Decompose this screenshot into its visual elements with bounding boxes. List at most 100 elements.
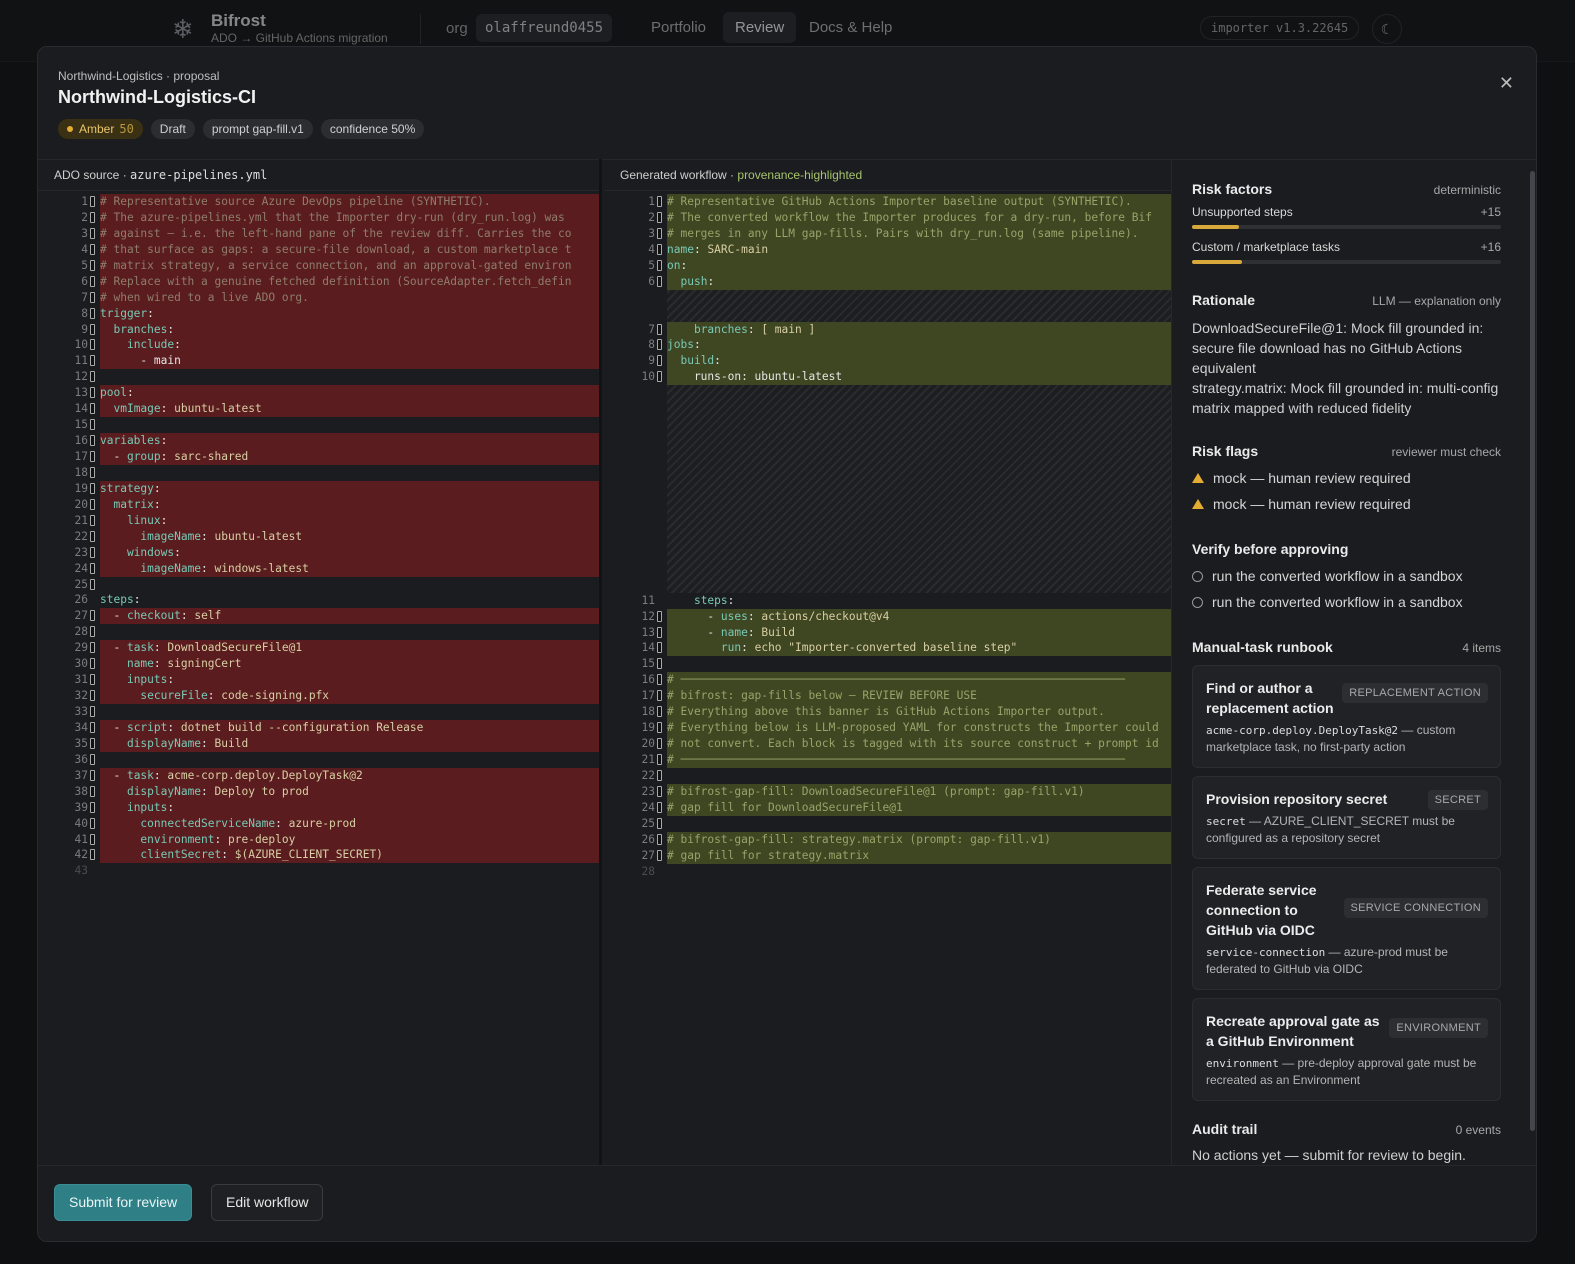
diff-marker-icon — [90, 498, 95, 510]
runbook-card[interactable]: Recreate approval gate as a GitHub Envir… — [1192, 998, 1501, 1101]
risk-factor: Unsupported steps +15 — [1192, 205, 1501, 229]
code-view[interactable]: 1 # Representative source Azure DevOps pi… — [38, 191, 599, 879]
submit-for-review-button[interactable]: Submit for review — [54, 1184, 193, 1221]
card-tag: ENVIRONMENT — [1389, 1018, 1488, 1038]
line-number: 2 — [648, 210, 655, 224]
line-text: vmImage: ubuntu-latest — [100, 401, 599, 418]
code-line: 29 - task: DownloadSecureFile@1 — [38, 640, 599, 657]
line-number: 7 — [81, 290, 88, 304]
line-text: branches: [ main ] — [667, 321, 1171, 338]
line-number: 25 — [641, 816, 655, 830]
risk-flag: mock — human review required — [1192, 465, 1501, 491]
line-number: 12 — [641, 609, 655, 623]
code-line: 1 # Representative source Azure DevOps pi… — [38, 194, 599, 210]
org-selector[interactable]: olaffreund0455 — [476, 14, 613, 42]
code-line: 5 # matrix strategy, a service connection… — [38, 257, 599, 274]
line-number: 16 — [74, 434, 88, 448]
diff-marker-icon — [90, 753, 95, 765]
factor-label: Custom / marketplace tasks — [1192, 240, 1341, 254]
close-icon[interactable]: ✕ — [1499, 73, 1514, 94]
code-view[interactable]: 1 # Representative GitHub Actions Importe… — [605, 191, 1171, 880]
code-line: 27 - checkout: self — [38, 608, 599, 625]
nav-link-review[interactable]: Review — [723, 12, 797, 43]
risk-level: Amber — [79, 122, 115, 136]
line-number: 9 — [648, 354, 655, 368]
line-number: 18 — [74, 465, 88, 479]
modal-footer: Submit for review Edit workflow — [38, 1165, 1536, 1241]
line-number: 22 — [641, 768, 655, 782]
theme-toggle-moon-icon[interactable]: ☾ — [1372, 14, 1402, 44]
review-sidebar[interactable]: Risk factors deterministic Unsupported s… — [1171, 159, 1536, 1165]
card-desc: service-connection — azure-prod must be … — [1206, 944, 1488, 977]
code-line: 16 variables: — [38, 433, 599, 450]
code-line: 6 push: — [605, 273, 1171, 290]
diff-marker-icon — [657, 785, 662, 797]
line-text: strategy: — [100, 480, 599, 497]
code-line: 15 — [605, 656, 1171, 672]
line-text: # when wired to a live ADO org. — [100, 289, 599, 306]
line-number: 2 — [81, 210, 88, 224]
unchecked-circle-icon[interactable] — [1192, 570, 1203, 582]
runbook-card[interactable]: Find or author a replacement action REPL… — [1192, 665, 1501, 768]
runbook-card[interactable]: Federate service connection to GitHub vi… — [1192, 867, 1501, 990]
verify-item[interactable]: run the converted workflow in a sandbox — [1192, 563, 1501, 589]
unchecked-circle-icon[interactable] — [1192, 596, 1203, 608]
line-text: windows: — [100, 544, 599, 561]
code-line: 3 # merges in any LLM gap-fills. Pairs wi… — [605, 225, 1171, 242]
generated-workflow-pane[interactable]: Generated workflow · provenance-highligh… — [605, 159, 1171, 1165]
code-line: 25 — [38, 577, 599, 593]
rationale-section: Rationale LLM — explanation only Downloa… — [1192, 292, 1501, 418]
section-title: Risk factors — [1192, 181, 1273, 197]
code-line: 40 connectedServiceName: azure-prod — [38, 815, 599, 832]
diff-marker-icon — [90, 387, 95, 399]
diff-marker-icon — [657, 196, 662, 207]
card-desc: acme-corp.deploy.DeployTask@2 — custom m… — [1206, 722, 1488, 755]
verify-item[interactable]: run the converted workflow in a sandbox — [1192, 589, 1501, 615]
diff-marker-icon — [657, 610, 662, 622]
code-line: 27 # gap fill for strategy.matrix — [605, 847, 1171, 864]
code-line: 20 matrix: — [38, 496, 599, 513]
card-tag: SECRET — [1427, 790, 1488, 810]
code-line: 11 - main — [38, 353, 599, 370]
card-desc: secret — AZURE_CLIENT_SECRET must be con… — [1206, 813, 1488, 846]
diff-marker-icon — [90, 674, 95, 686]
line-text: # merges in any LLM gap-fills. Pairs wit… — [667, 225, 1171, 242]
line-number: 36 — [74, 752, 88, 766]
ado-source-pane[interactable]: ADO source · azure-pipelines.yml 1 # Repr… — [38, 159, 602, 1165]
line-text: on: — [667, 257, 1171, 274]
code-line: 39 inputs: — [38, 799, 599, 816]
code-line: 21 linux: — [38, 512, 599, 529]
nav-link-portfolio[interactable]: Portfolio — [639, 12, 718, 43]
nav-link-docs[interactable]: Docs & Help — [797, 12, 904, 43]
line-number: 37 — [74, 768, 88, 782]
diff-marker-icon — [90, 435, 95, 447]
flag-text: mock — human review required — [1213, 470, 1411, 486]
code-line: 38 displayName: Deploy to prod — [38, 783, 599, 800]
diff-marker-icon — [90, 339, 95, 351]
line-text: # matrix strategy, a service connection,… — [100, 257, 599, 274]
line-number: 23 — [74, 545, 88, 559]
line-number: 23 — [641, 784, 655, 798]
edit-workflow-button[interactable]: Edit workflow — [211, 1184, 324, 1221]
line-text: # ──────────────────────────────────────… — [667, 672, 1171, 689]
diff-marker-icon — [90, 833, 95, 845]
code-line: 23 windows: — [38, 544, 599, 561]
code-line: 36 — [38, 752, 599, 768]
line-number: 17 — [74, 450, 88, 463]
line-text: variables: — [100, 433, 599, 450]
runbook-section: Manual-task runbook 4 items Find or auth… — [1192, 639, 1501, 1101]
line-text: # Representative GitHub Actions Importer… — [667, 194, 1171, 210]
brand-subtitle: ADO → GitHub Actions migration — [211, 31, 388, 45]
runbook-card[interactable]: Provision repository secret SECRET secre… — [1192, 776, 1501, 859]
diff-marker-icon — [90, 690, 95, 702]
line-number: 5 — [648, 258, 655, 272]
diff-marker-icon — [90, 323, 95, 335]
line-number: 11 — [641, 593, 655, 607]
line-number: 15 — [74, 418, 88, 432]
provenance-label: provenance-highlighted — [737, 168, 863, 182]
sidebar-scrollbar[interactable] — [1530, 171, 1535, 1131]
card-title: Recreate approval gate as a GitHub Envir… — [1206, 1013, 1380, 1049]
code-line: 2 # The azure-pipelines.yml that the Impo… — [38, 209, 599, 226]
line-number: 24 — [641, 800, 655, 814]
factor-delta: +16 — [1480, 240, 1501, 254]
